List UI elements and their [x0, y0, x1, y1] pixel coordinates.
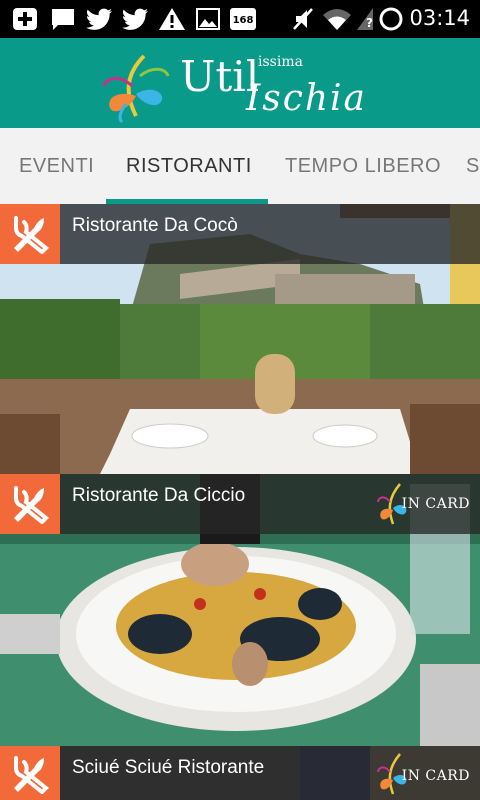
calendar-168-icon: 168 — [230, 8, 256, 30]
mute-icon — [293, 8, 313, 30]
tab-eventi[interactable]: EVENTI — [19, 128, 94, 204]
twitter-icon — [86, 8, 112, 30]
in-card-badge: IN CARD — [374, 746, 480, 800]
restaurant-card[interactable]: Ristorante Da Ciccio IN CARD — [0, 474, 480, 746]
in-card-badge: IN CARD — [374, 474, 480, 534]
logo-issima-text: issima — [258, 54, 303, 70]
clock: 03:14 — [409, 6, 470, 30]
restaurant-name: Ristorante Da Cocò — [72, 215, 238, 236]
circle-icon — [379, 7, 403, 31]
card-header: Ristorante Da Ciccio IN CARD — [0, 474, 480, 534]
restaurant-name: Sciué Sciué Ristorante — [72, 757, 265, 778]
restaurant-card[interactable]: Sciué Sciué Ristorante IN CARD — [0, 746, 480, 800]
warning-icon — [159, 8, 185, 30]
svg-text:?: ? — [366, 16, 373, 30]
signal-unknown-icon: ? — [357, 8, 373, 30]
chat-icon — [52, 9, 74, 30]
fork-knife-icon — [0, 474, 60, 534]
restaurant-card[interactable]: Ristorante Da Cocò — [0, 204, 480, 474]
butterfly-logo-icon — [102, 54, 170, 124]
add-icon — [13, 8, 37, 30]
restaurant-name: Ristorante Da Ciccio — [72, 485, 246, 506]
in-card-label: IN CARD — [401, 768, 470, 784]
tab-ristoranti[interactable]: RISTORANTI — [126, 128, 252, 204]
fork-knife-icon — [0, 746, 60, 800]
twitter-icon — [122, 8, 148, 30]
category-tabs: EVENTI RISTORANTI TEMPO LIBERO S — [0, 128, 480, 204]
status-bar: 168 ? 03:14 — [0, 0, 480, 38]
app-header: Util issima Ischia — [0, 38, 480, 128]
in-card-label: IN CARD — [401, 496, 470, 512]
card-header: Ristorante Da Cocò — [0, 204, 480, 264]
image-icon — [196, 8, 220, 30]
wifi-icon — [323, 9, 351, 30]
logo-ischia-text: Ischia — [246, 78, 368, 119]
tab-partial-s[interactable]: S — [466, 128, 480, 204]
utilissima-ischia-logo[interactable]: Util issima Ischia — [96, 42, 386, 126]
card-header: Sciué Sciué Ristorante IN CARD — [0, 746, 480, 800]
tab-tempo-libero[interactable]: TEMPO LIBERO — [285, 128, 441, 204]
fork-knife-icon — [0, 204, 60, 264]
